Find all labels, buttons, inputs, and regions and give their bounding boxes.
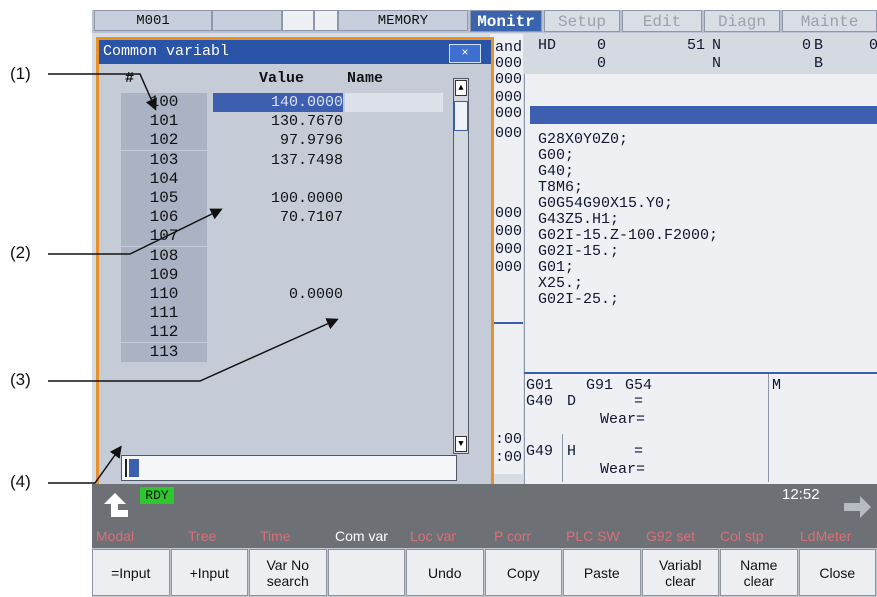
leader-line-4 <box>48 445 122 484</box>
leader-line-2 <box>48 208 223 255</box>
callout-leaders <box>48 73 339 484</box>
leader-line-3 <box>48 318 339 382</box>
leader-line-1 <box>48 73 157 111</box>
